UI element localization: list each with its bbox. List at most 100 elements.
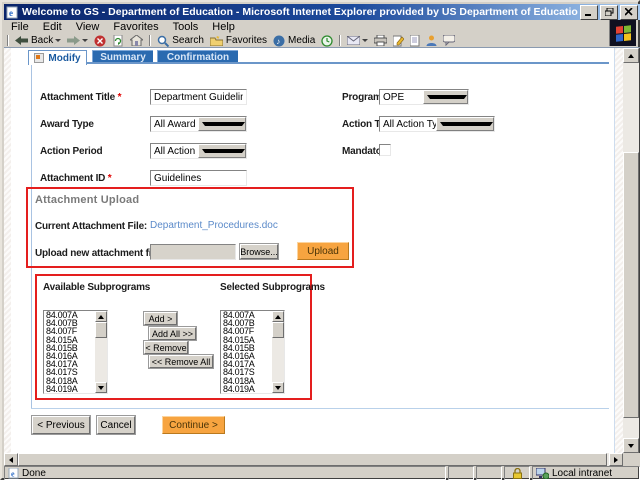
page-margin-left [4,48,11,453]
history-icon [321,34,333,47]
stop-button[interactable] [94,35,106,47]
tab-modify[interactable]: Modify [28,50,87,65]
search-label: Search [172,35,204,46]
scroll-left-icon[interactable] [4,453,18,466]
attachment-title-label: Attachment Title * [40,92,122,103]
attachment-id-input[interactable] [150,170,247,186]
scrollbar-thumb[interactable] [623,152,639,418]
tab-modify-label: Modify [48,52,81,64]
messenger-button[interactable] [426,35,437,46]
status-zone-text: Local intranet [552,467,613,479]
add-button[interactable]: Add > [144,312,177,325]
subprogram-option[interactable]: 84.019A [44,384,95,393]
scroll-up-icon[interactable] [95,311,107,322]
window-title: Welcome to GS - Department of Education … [22,6,578,18]
browse-button[interactable]: Browse... [240,244,278,259]
horizontal-scrollbar[interactable] [4,453,623,466]
mail-icon [347,36,361,45]
vertical-scrollbar[interactable] [623,48,639,453]
add-all-button[interactable]: Add All >> [149,327,196,340]
action-type-value: All Action Types [383,118,436,130]
remove-button[interactable]: < Remove [144,341,188,354]
subprogram-option[interactable]: 84.019A [221,384,272,393]
title-bar: e Welcome to GS - Department of Educatio… [4,4,640,20]
menu-item[interactable]: Tools [166,21,206,33]
back-dropdown-icon[interactable] [55,39,62,42]
ie-page-icon: e [8,467,19,478]
upload-button[interactable]: Upload [297,242,349,260]
status-message-pane: e Done [4,466,446,480]
menu-item[interactable]: Help [205,21,242,33]
home-button[interactable] [130,35,144,46]
continue-button[interactable]: Continue > [162,416,225,434]
forward-button[interactable] [67,36,89,45]
chevron-down-icon[interactable] [436,117,494,131]
remove-all-button[interactable]: << Remove All [149,355,213,368]
menu-bar: File Edit View Favorites Tools Help [4,20,614,34]
refresh-button[interactable] [112,34,124,47]
program-office-select[interactable]: OPE [379,89,469,105]
listbox-scrollbar[interactable] [95,311,107,393]
forward-dropdown-icon[interactable] [82,39,89,42]
scroll-down-icon[interactable] [95,382,107,393]
upload-file-input[interactable] [150,244,236,260]
attachment-upload-heading: Attachment Upload [35,194,140,206]
modify-tab-icon [34,53,45,63]
action-type-select[interactable]: All Action Types [379,116,495,132]
action-period-select[interactable]: All Action Periods [150,143,247,159]
available-subprograms-listbox[interactable]: 84.007A 84.007B 84.007F 84.015A 84.015B 84.01… [43,310,108,394]
local-intranet-icon [536,467,549,479]
scroll-down-icon[interactable] [272,382,284,393]
previous-button[interactable]: < Previous [32,416,90,434]
award-type-select[interactable]: All Award Types [150,116,247,132]
refresh-icon [113,34,123,46]
media-button[interactable]: ♪ Media [273,35,315,47]
toolbar: Back Search Favorites ♪ Media [4,34,614,47]
messenger-icon [426,35,437,46]
listbox-scrollbar[interactable] [272,311,284,393]
scroll-up-icon[interactable] [623,48,639,63]
close-button[interactable] [620,4,638,20]
action-period-value: All Action Periods [154,145,198,157]
chevron-down-icon[interactable] [197,117,246,131]
program-office-value: OPE [383,91,405,103]
chevron-down-icon[interactable] [423,90,468,104]
scroll-up-icon[interactable] [272,311,284,322]
menu-item[interactable]: View [69,21,107,33]
scrollbar-thumb[interactable] [18,453,607,466]
selected-subprograms-listbox[interactable]: 84.007A 84.007B 84.007F 84.015A 84.015B 84.01… [220,310,285,394]
attachment-title-input[interactable] [150,89,247,105]
status-bar: e Done Local intranet [4,466,640,480]
cancel-button[interactable]: Cancel [97,416,135,434]
history-button[interactable] [321,34,333,47]
scroll-down-icon[interactable] [623,438,639,453]
search-button[interactable]: Search [157,35,204,47]
mail-button[interactable] [347,36,369,45]
minimize-button[interactable] [580,4,598,20]
svg-text:e: e [9,8,13,18]
edit-button[interactable] [393,35,405,47]
favorites-button[interactable]: Favorites [209,35,268,46]
back-icon [15,36,28,45]
discuss-button[interactable] [443,35,456,46]
menu-item[interactable]: Favorites [106,21,165,33]
scrollbar-thumb[interactable] [272,322,284,338]
back-button[interactable]: Back [15,35,62,46]
notes-button[interactable] [410,34,420,47]
ie-page-icon: e [6,6,18,18]
scroll-right-icon[interactable] [609,453,623,466]
attachment-id-label: Attachment ID * [40,173,112,184]
current-attachment-link[interactable]: Department_Procedures.doc [150,220,278,231]
favorites-label: Favorites [225,35,268,46]
chevron-down-icon[interactable] [197,144,246,158]
stop-icon [94,35,106,46]
print-button[interactable] [374,35,388,46]
available-subprograms-label: Available Subprograms [43,282,151,293]
mandatory-checkbox[interactable] [379,144,391,156]
scrollbar-thumb[interactable] [95,322,107,338]
menu-item[interactable]: File [4,21,36,33]
mail-dropdown-icon[interactable] [362,39,369,42]
menu-item[interactable]: Edit [36,21,69,33]
restore-button[interactable] [600,4,618,20]
media-icon: ♪ [273,35,285,46]
